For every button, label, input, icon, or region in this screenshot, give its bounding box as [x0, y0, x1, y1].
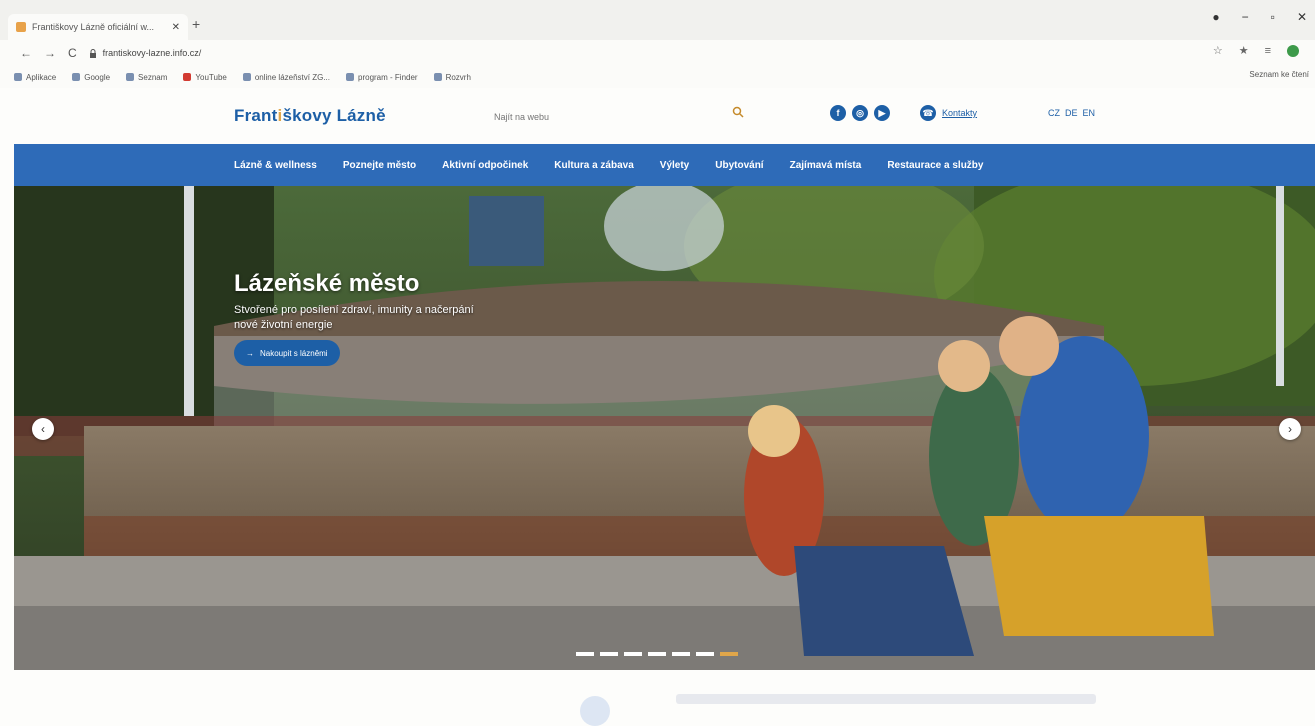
nav-item-active-rest[interactable]: Aktivní odpočinek: [442, 160, 528, 171]
slider-dot[interactable]: [720, 652, 738, 656]
lang-de[interactable]: DE: [1065, 108, 1078, 118]
nav-item-accommodation[interactable]: Ubytování: [715, 160, 763, 171]
minimize-button[interactable]: −: [1242, 10, 1249, 24]
section-heading-partial: [676, 694, 1096, 704]
omnibox[interactable]: frantiskovy-lazne.info.cz/: [89, 48, 202, 58]
site-icon: [242, 73, 251, 81]
bookmark-item[interactable]: Google: [72, 73, 110, 82]
contact-label: Kontakty: [942, 108, 978, 118]
bookmark-item[interactable]: Rozvrh: [433, 72, 471, 82]
chevron-left-icon: ‹: [41, 422, 45, 436]
bookmark-item[interactable]: program - Finder: [346, 73, 418, 82]
slider-dot[interactable]: [648, 652, 666, 656]
slider-pagination: [576, 652, 738, 656]
slider-dot[interactable]: [600, 652, 618, 656]
search-input[interactable]: [492, 106, 726, 128]
nav-item-spa-wellness[interactable]: Lázně & wellness: [234, 160, 317, 171]
lock-icon: [89, 48, 96, 58]
contact-link[interactable]: ☎ Kontakty: [920, 105, 977, 121]
browser-tab-strip: Františkovy Lázně oficiální w... ✕ + ● −…: [0, 0, 1315, 40]
hero-title: Lázeňské město: [234, 270, 420, 298]
chevron-right-icon: ›: [1288, 422, 1292, 436]
nav-item-restaurants[interactable]: Restaurace a služby: [887, 160, 983, 171]
bookmark-item[interactable]: Seznam: [126, 73, 167, 82]
extensions-icon[interactable]: ★: [1239, 44, 1249, 57]
slider-dot[interactable]: [672, 652, 690, 656]
social-links: f ◎ ▶: [830, 105, 890, 121]
instagram-icon[interactable]: ◎: [852, 105, 868, 121]
menu-icon[interactable]: ≡: [1265, 45, 1271, 57]
nav-item-trips[interactable]: Výlety: [660, 160, 689, 171]
site-logo[interactable]: Františkovy Lázně: [234, 106, 386, 126]
bookmark-item[interactable]: online lázeňství ZG...: [242, 72, 330, 82]
avatar[interactable]: [1287, 44, 1299, 57]
url-text: frantiskovy-lazne.info.cz/: [102, 48, 202, 58]
language-switcher: CZ DE EN: [1048, 108, 1095, 118]
reload-button[interactable]: C: [68, 46, 77, 60]
slider-dot[interactable]: [624, 652, 642, 656]
close-tab-icon[interactable]: ✕: [172, 22, 180, 33]
slider-dot[interactable]: [576, 652, 594, 656]
below-fold-content: [0, 670, 1315, 726]
search-icon[interactable]: [732, 106, 744, 118]
apps-icon: [14, 73, 22, 81]
bookmark-label: YouTube: [195, 72, 227, 82]
bookmark-label: program - Finder: [358, 72, 418, 82]
slider-dot[interactable]: [696, 652, 714, 656]
profile-indicator-icon[interactable]: ●: [1212, 10, 1219, 24]
nav-item-culture[interactable]: Kultura a zábava: [554, 160, 633, 171]
lang-cz[interactable]: CZ: [1048, 108, 1060, 118]
slider-prev-button[interactable]: ‹: [32, 418, 54, 440]
bookmark-label: online lázeňství ZG...: [254, 72, 330, 82]
maximize-button[interactable]: ▫: [1271, 10, 1275, 24]
toolbar-right: ☆ ★ ≡: [1213, 44, 1299, 57]
favicon-icon: [16, 22, 26, 32]
bookmark-label: Rozvrh: [445, 72, 471, 82]
window-controls: ● − ▫ ✕: [1212, 10, 1307, 24]
address-bar-row: ← → C frantiskovy-lazne.info.cz/: [0, 40, 1315, 66]
bookmark-label: Aplikace: [26, 72, 57, 82]
bookmark-item[interactable]: Aplikace: [14, 73, 56, 82]
nav-item-discover-city[interactable]: Poznejte město: [343, 160, 416, 171]
bookmark-label: Google: [84, 72, 111, 82]
site-icon: [346, 73, 354, 81]
bookmarks-bar: Aplikace Google Seznam YouTube online lá…: [0, 66, 1315, 88]
hero-subtitle: Stvořené pro posílení zdraví, imunity a …: [234, 304, 474, 331]
google-icon: [72, 73, 81, 81]
main-navigation: Lázně & wellness Poznejte město Aktivní …: [14, 144, 1315, 186]
new-tab-button[interactable]: +: [192, 16, 200, 32]
phone-icon: ☎: [920, 105, 936, 121]
hero-photo: [14, 186, 1315, 670]
section-icon: [580, 696, 610, 726]
site-icon: [433, 73, 442, 81]
bookmark-label: Seznam: [138, 72, 168, 82]
hero-cta-button[interactable]: → Nakoupit s lázněmi: [234, 340, 340, 366]
hero-cta-label: Nakoupit s lázněmi: [260, 348, 328, 358]
browser-tab[interactable]: Františkovy Lázně oficiální w... ✕: [8, 14, 188, 40]
forward-button[interactable]: →: [44, 46, 56, 60]
tab-title: Františkovy Lázně oficiální w...: [32, 22, 155, 32]
logo-text: škovy Lázně: [282, 106, 386, 125]
lang-en[interactable]: EN: [1083, 108, 1096, 118]
arrow-right-icon: →: [246, 348, 254, 358]
reading-list-button[interactable]: Seznam ke čtení: [1249, 70, 1309, 79]
site-header: Františkovy Lázně f ◎ ▶ ☎ Kontakty CZ DE…: [0, 88, 1315, 144]
slider-next-button[interactable]: ›: [1279, 418, 1301, 440]
bookmark-star-icon[interactable]: ☆: [1213, 44, 1223, 57]
hero-slider: Lázeňské město Stvořené pro posílení zdr…: [14, 186, 1315, 670]
bookmark-item[interactable]: YouTube: [183, 72, 227, 82]
close-window-button[interactable]: ✕: [1297, 10, 1307, 24]
back-button[interactable]: ←: [20, 46, 32, 60]
seznam-icon: [126, 73, 135, 81]
nav-item-places[interactable]: Zajímavá místa: [790, 160, 862, 171]
logo-text: Frant: [234, 106, 278, 125]
youtube-icon[interactable]: ▶: [874, 105, 890, 121]
facebook-icon[interactable]: f: [830, 105, 846, 121]
youtube-icon: [183, 73, 192, 81]
